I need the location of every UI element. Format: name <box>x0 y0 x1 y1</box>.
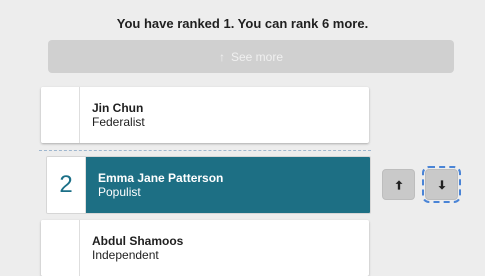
rank-cell: 2 <box>47 157 86 213</box>
arrow-up-icon <box>395 179 402 190</box>
candidate-content: Jin Chun Federalist <box>80 87 369 143</box>
candidate-name: Jin Chun <box>92 101 144 115</box>
candidate-name: Emma Jane Patterson <box>98 171 224 185</box>
drop-indicator <box>39 150 371 151</box>
candidate-name: Abdul Shamoos <box>92 234 184 248</box>
ranking-status: You have ranked 1. You can rank 6 more. <box>116 16 369 31</box>
move-up-button[interactable] <box>382 169 415 200</box>
candidate-card-emma-jane-patterson[interactable]: 2 Emma Jane Patterson Populist <box>46 156 371 214</box>
candidate-party: Populist <box>98 185 141 199</box>
candidate-party: Independent <box>92 248 159 262</box>
arrow-up-icon: ↑ <box>218 49 225 64</box>
candidate-card-jin-chun[interactable]: Jin Chun Federalist <box>41 87 369 143</box>
candidate-party: Federalist <box>92 115 145 129</box>
ranking-panel: You have ranked 1. You can rank 6 more. … <box>0 0 485 276</box>
candidate-content: Abdul Shamoos Independent <box>80 220 369 276</box>
candidate-card-abdul-shamoos[interactable]: Abdul Shamoos Independent <box>41 220 369 276</box>
candidate-content: Emma Jane Patterson Populist <box>86 157 370 213</box>
rank-cell <box>41 220 80 276</box>
see-more-button[interactable]: ↑ See more <box>48 40 454 73</box>
see-more-label: See more <box>230 49 284 64</box>
arrow-down-icon <box>438 179 445 190</box>
move-down-button[interactable] <box>422 166 461 203</box>
rank-cell <box>41 87 80 143</box>
